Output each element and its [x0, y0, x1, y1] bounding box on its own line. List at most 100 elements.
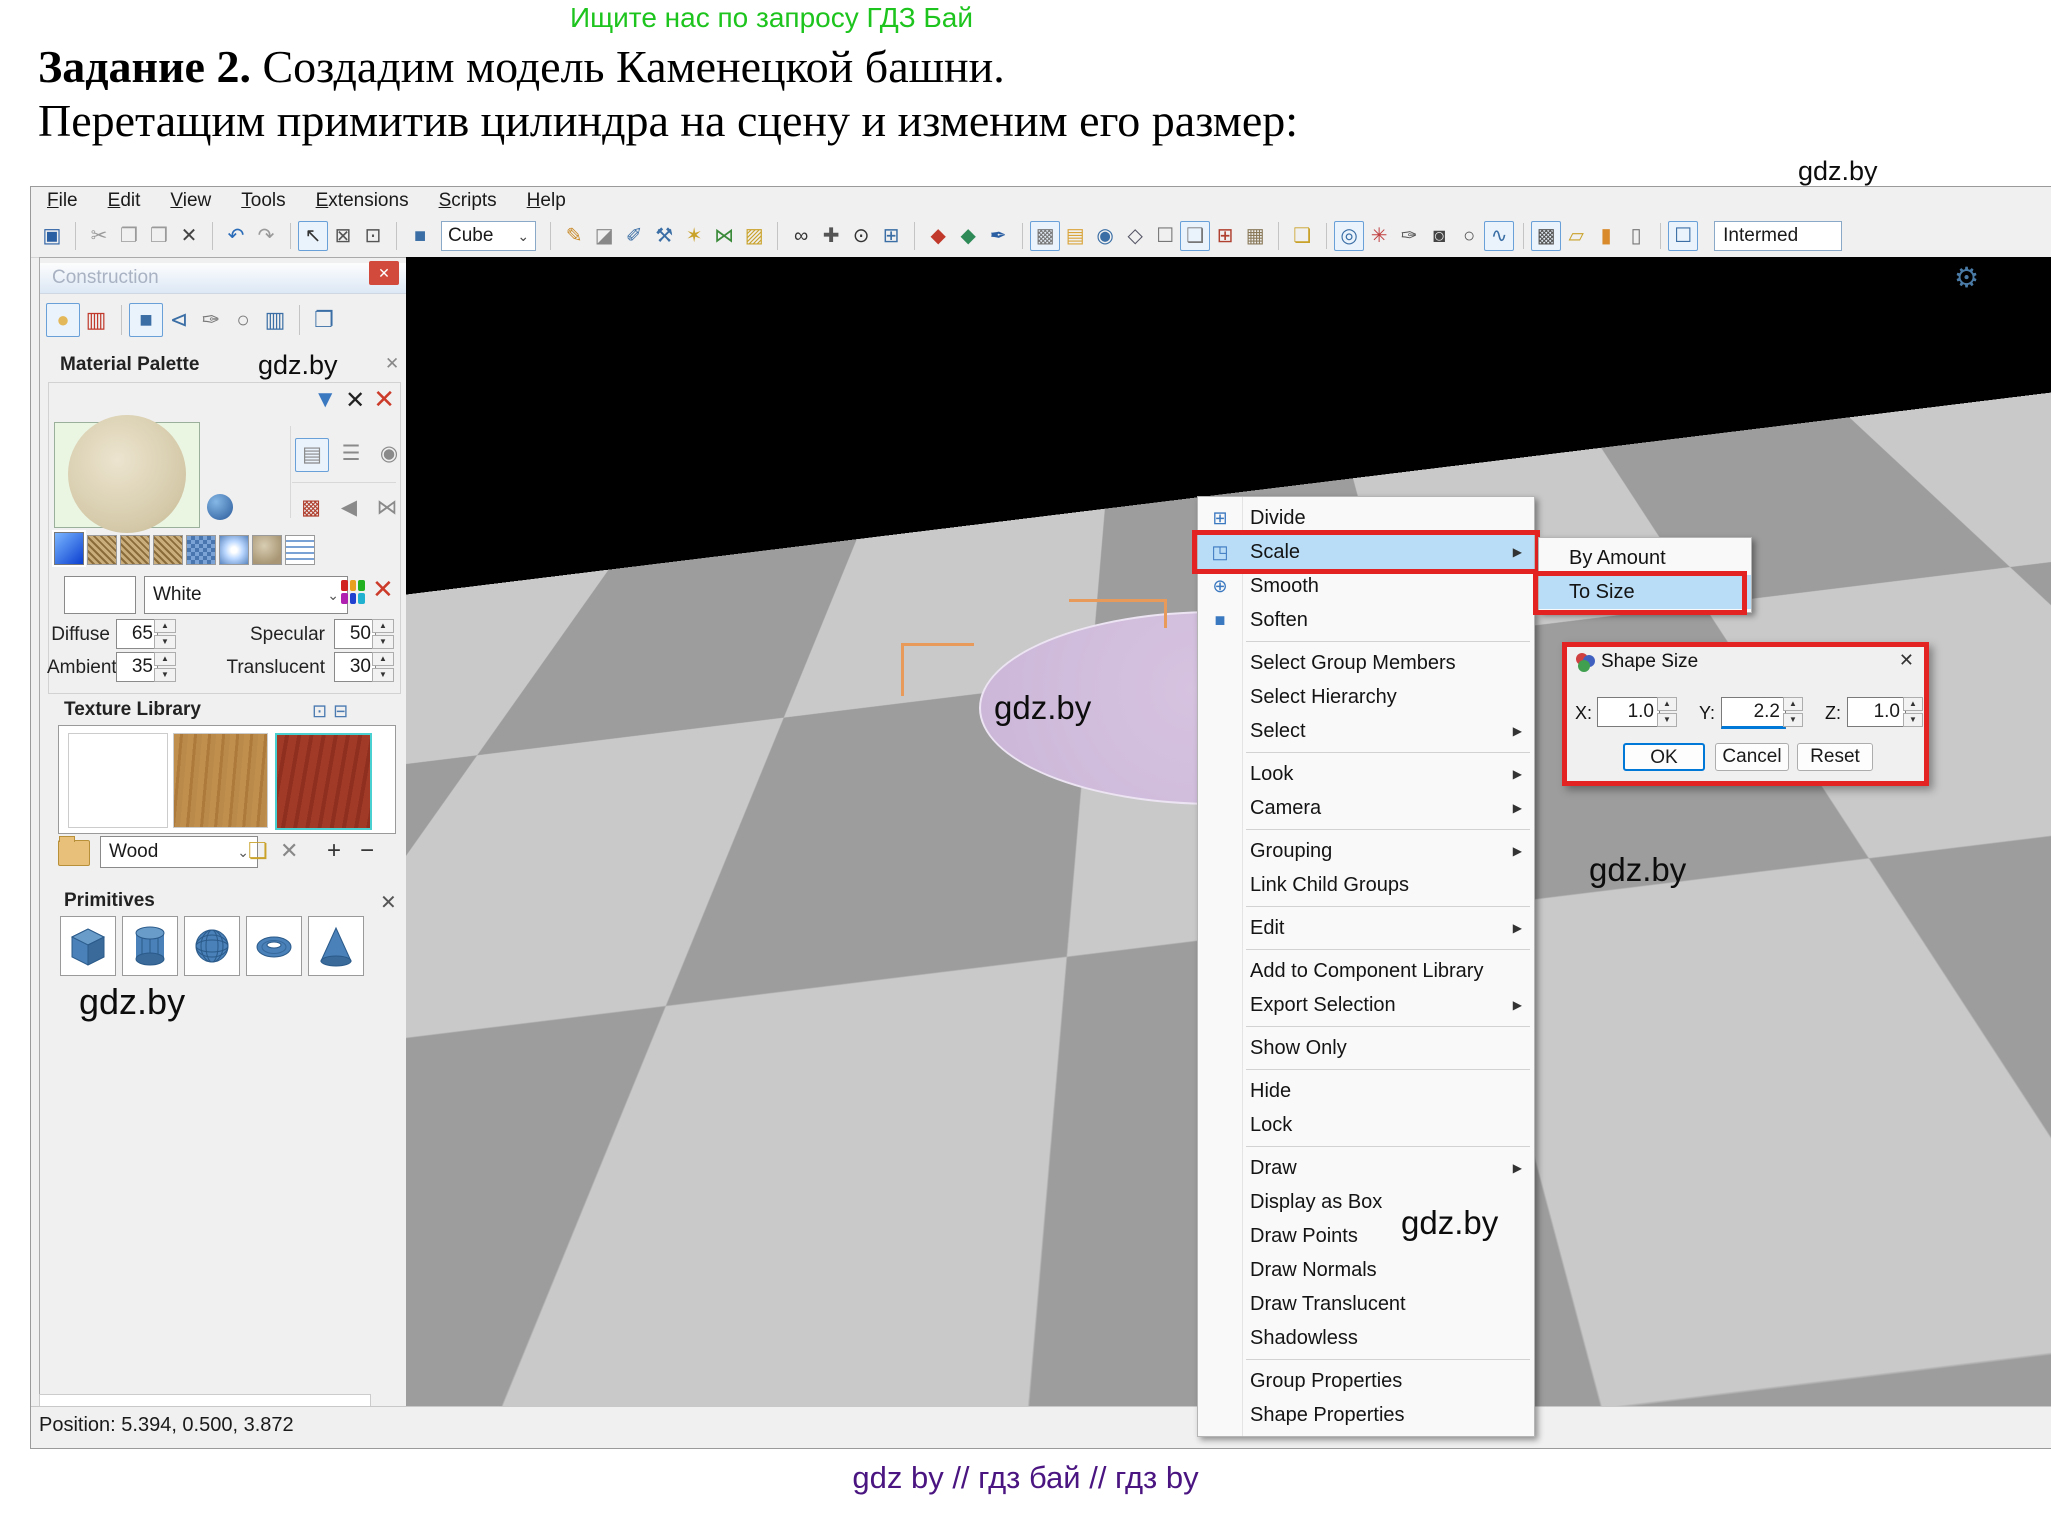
texture-swatch-wood[interactable]	[173, 733, 268, 828]
wand-icon[interactable]: ✶	[679, 221, 709, 251]
curve-icon[interactable]: ∿	[1484, 221, 1514, 251]
save-icon[interactable]: ▣	[37, 221, 67, 251]
spin-up-icon[interactable]: ▲	[1657, 697, 1677, 711]
translucent-value[interactable]: 30	[334, 652, 376, 682]
context-menu-item[interactable]: Select Hierarchy	[1198, 680, 1534, 714]
paint-fill-icon[interactable]: ◪	[589, 221, 619, 251]
axis-star-icon[interactable]: ✳	[1364, 221, 1394, 251]
skill-level-select[interactable]: Intermed	[1714, 221, 1842, 251]
context-menu-item[interactable]: Camera ▶	[1198, 791, 1534, 825]
wire-box-icon[interactable]: ◇	[1120, 221, 1150, 251]
cylinders-material-icon[interactable]: ☰	[335, 438, 367, 470]
copy-icon[interactable]: ❐	[114, 221, 144, 251]
specular-stepper[interactable]: ▲ ▼	[372, 619, 394, 647]
light-tab-icon[interactable]: ○	[227, 304, 259, 336]
clear-color-icon[interactable]: ✕	[372, 576, 394, 602]
spin-down-icon[interactable]: ▼	[1657, 713, 1677, 727]
menubar-item[interactable]: Scripts	[439, 190, 497, 212]
spin-down-icon[interactable]: ▼	[1783, 713, 1803, 727]
spin-down-icon[interactable]: ▼	[1903, 713, 1923, 727]
context-menu-item[interactable]: Group Properties	[1198, 1364, 1534, 1398]
spin-up-icon[interactable]: ▲	[154, 619, 176, 633]
open-texture-folder-icon[interactable]	[58, 840, 90, 866]
spin-down-icon[interactable]: ▼	[372, 635, 394, 649]
context-menu-item[interactable]: Show Only	[1198, 1031, 1534, 1065]
checker-icon[interactable]: ▩	[1531, 221, 1561, 251]
spin-up-icon[interactable]: ▲	[154, 652, 176, 666]
menubar-item[interactable]: Extensions	[316, 190, 409, 212]
texture-mode-noise-2[interactable]	[120, 535, 150, 565]
spin-down-icon[interactable]: ▼	[154, 635, 176, 649]
spin-up-icon[interactable]: ▲	[1783, 697, 1803, 711]
spin-down-icon[interactable]: ▼	[154, 668, 176, 682]
mirror-both-icon[interactable]: ⋈	[371, 492, 403, 524]
primitives-close-icon[interactable]: ✕	[380, 890, 397, 915]
redo-icon[interactable]: ↷	[251, 221, 281, 251]
select-rect-icon[interactable]: ⊡	[358, 221, 388, 251]
y-stepper[interactable]: ▲ ▼	[1783, 697, 1803, 727]
marker-icon[interactable]: ▮	[1591, 221, 1621, 251]
windows-tab-icon[interactable]: ❐	[308, 304, 340, 336]
context-menu-item[interactable]: Grouping ▶	[1198, 834, 1534, 868]
context-menu-item[interactable]: Edit ▶	[1198, 911, 1534, 945]
ok-button[interactable]: OK	[1623, 743, 1705, 771]
light-bulb-icon[interactable]: ○	[1454, 221, 1484, 251]
undo-icon[interactable]: ↶	[221, 221, 251, 251]
spin-up-icon[interactable]: ▲	[372, 652, 394, 666]
spin-down-icon[interactable]: ▼	[372, 668, 394, 682]
shape-mode-select[interactable]: Cube ⌄	[441, 221, 536, 251]
z-stepper[interactable]: ▲ ▼	[1903, 697, 1923, 727]
submenu-item[interactable]: To Size	[1539, 575, 1751, 609]
delete-texture-icon[interactable]: ✕	[280, 836, 298, 866]
rubik-cube-icon[interactable]: ⊞	[1210, 221, 1240, 251]
pattern-box-icon[interactable]: ▩	[1030, 221, 1060, 251]
specular-value[interactable]: 50	[334, 619, 376, 649]
context-menu-item[interactable]: ◳ Scale ▶	[1198, 535, 1534, 569]
fit-view-icon[interactable]: ⊞	[876, 221, 906, 251]
column-icon[interactable]: ▯	[1621, 221, 1651, 251]
submenu-item[interactable]: By Amount	[1539, 541, 1751, 575]
x-field[interactable]: 1.0	[1597, 697, 1660, 727]
context-menu-item[interactable]: ■ Soften	[1198, 603, 1534, 637]
texture-swatch-white[interactable]	[68, 733, 168, 828]
shape-mode-cube-icon[interactable]: ■	[405, 221, 435, 251]
zoom-icon[interactable]: ⊙	[846, 221, 876, 251]
mirror-left-icon[interactable]: ◀	[333, 492, 365, 524]
clipboard-icon[interactable]: ❏	[1287, 221, 1317, 251]
material-preview[interactable]	[54, 422, 200, 528]
bricks-material-icon[interactable]: ▤	[295, 438, 329, 472]
display-box-icon[interactable]: ☐	[1668, 221, 1698, 251]
palette-tab-icon[interactable]: ●	[46, 303, 80, 337]
dialog-close-icon[interactable]: ✕	[1899, 650, 1914, 671]
context-menu-item[interactable]: ⊞ Divide	[1198, 501, 1534, 535]
globe-box-icon[interactable]: ◉	[1090, 221, 1120, 251]
context-menu-item[interactable]: Look ▶	[1198, 757, 1534, 791]
camera-icon[interactable]: ◙	[1424, 221, 1454, 251]
context-menu-item[interactable]: Hide	[1198, 1074, 1534, 1108]
shapes-tab-icon[interactable]: ■	[129, 303, 163, 337]
gear-icon[interactable]: ⚙	[1954, 261, 1979, 294]
add-category-icon[interactable]: +	[327, 836, 341, 866]
construction-title-bar[interactable]: Construction	[40, 263, 407, 294]
add-texture-icon[interactable]: ❏	[248, 836, 268, 866]
y-field[interactable]: 2.2	[1721, 697, 1786, 729]
green-gem-icon[interactable]: ◆	[953, 221, 983, 251]
primitive-sphere[interactable]	[184, 916, 240, 976]
remove-category-icon[interactable]: −	[360, 836, 374, 866]
select-shapes-icon[interactable]: ⊠	[328, 221, 358, 251]
spin-up-icon[interactable]: ▲	[1903, 697, 1923, 711]
select-icon[interactable]: ↖	[298, 221, 328, 251]
context-menu-item[interactable]: Link Child Groups	[1198, 868, 1534, 902]
spin-up-icon[interactable]: ▲	[372, 619, 394, 633]
red-gem-icon[interactable]: ◆	[923, 221, 953, 251]
texture-cube-icon[interactable]: ▦	[1240, 221, 1270, 251]
wrench-icon[interactable]: ⚒	[649, 221, 679, 251]
cancel-button[interactable]: Cancel	[1715, 743, 1789, 771]
construction-close-button[interactable]: ✕	[369, 261, 399, 285]
context-menu-item[interactable]: Select ▶	[1198, 714, 1534, 748]
z-field[interactable]: 1.0	[1847, 697, 1906, 727]
pen-icon[interactable]: ✐	[619, 221, 649, 251]
solid-box-icon[interactable]: ❑	[1180, 221, 1210, 251]
frame-box-icon[interactable]: ☐	[1150, 221, 1180, 251]
mirror-axes-icon[interactable]: ⋈	[709, 221, 739, 251]
